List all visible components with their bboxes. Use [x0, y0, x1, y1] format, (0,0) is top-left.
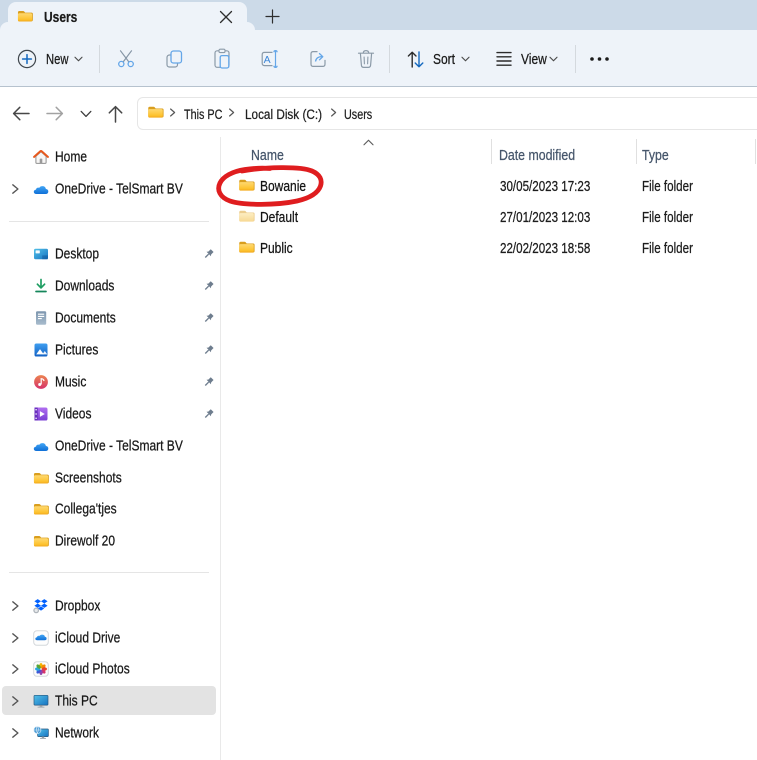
svg-text:A: A	[264, 54, 271, 66]
